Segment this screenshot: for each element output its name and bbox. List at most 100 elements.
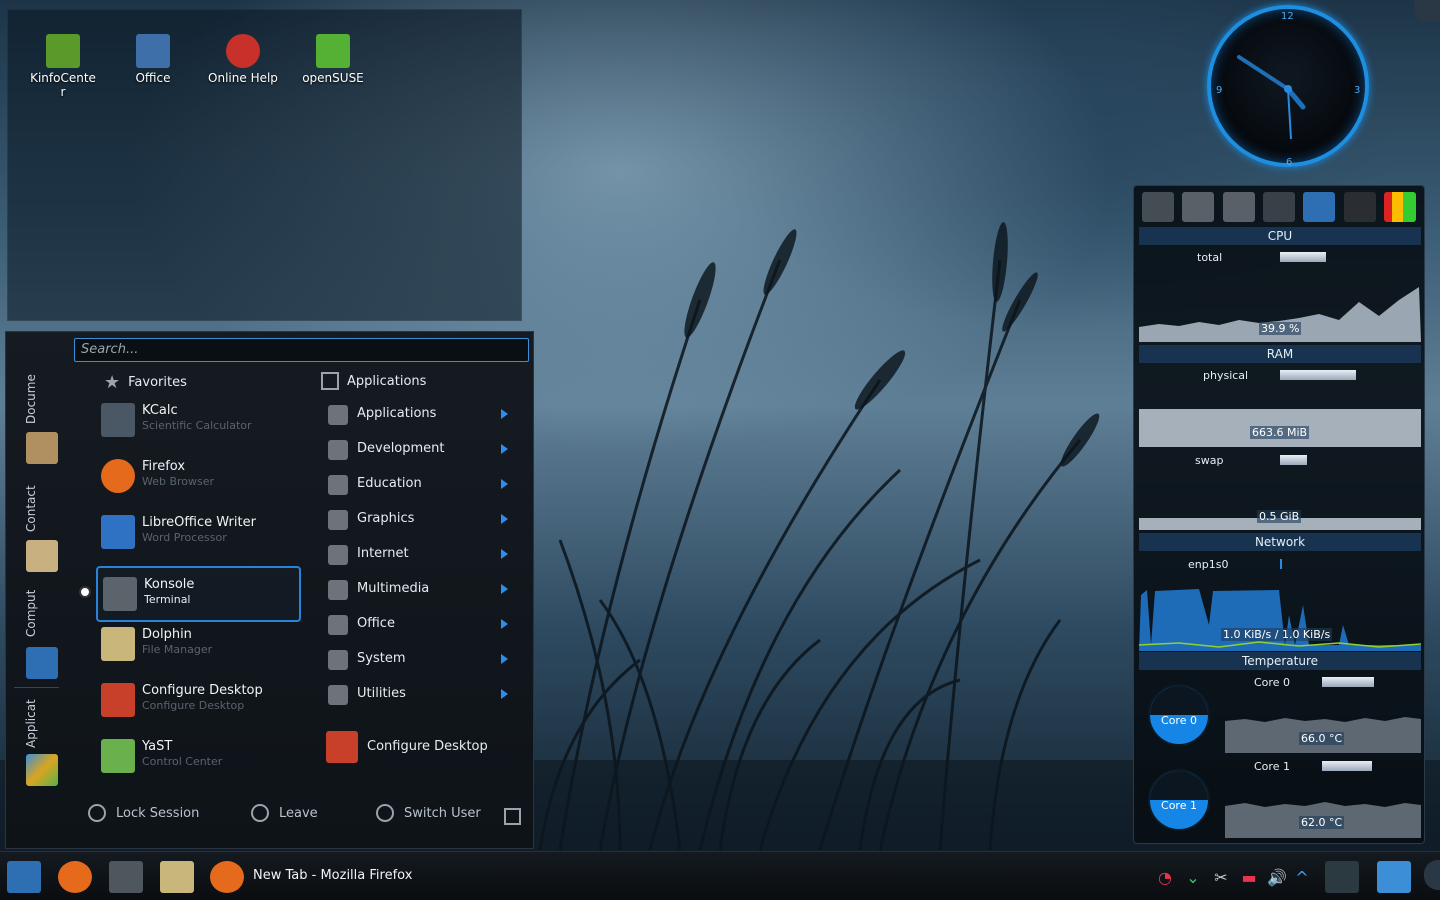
desktop-icon-label: KinfoCenter	[30, 71, 96, 99]
category-education[interactable]: Education	[324, 469, 514, 499]
favorite-konsole[interactable]: Konsole Terminal	[96, 566, 301, 622]
analog-clock[interactable]: 12 3 6 9	[1207, 5, 1369, 168]
network-bar	[1280, 559, 1282, 569]
desktop-icon-online-help[interactable]: Online Help	[208, 34, 278, 85]
category-internet[interactable]: Internet	[324, 539, 514, 569]
help-icon	[226, 34, 260, 68]
core0-value: 66.0 °C	[1299, 732, 1345, 745]
cpu-icon[interactable]	[1343, 192, 1376, 222]
writer-icon	[101, 515, 135, 549]
system-icon	[328, 650, 348, 670]
lock-session-button[interactable]: Lock Session	[88, 804, 199, 822]
device-notifier-icon[interactable]: ▬	[1239, 868, 1259, 888]
firefox-launcher-icon[interactable]	[58, 861, 92, 893]
speedometer-icon[interactable]: ◔	[1155, 868, 1175, 888]
applications-category-icon	[328, 405, 348, 425]
system-monitor-tray-icon[interactable]	[1325, 861, 1359, 893]
education-icon	[328, 475, 348, 495]
category-label: System	[357, 651, 406, 666]
configure-desktop-entry[interactable]: Configure Desktop	[324, 729, 514, 765]
task-window-title[interactable]: New Tab - Mozilla Firefox	[253, 868, 412, 883]
search-input[interactable]: Search...	[74, 338, 529, 362]
core1-label: Core 1	[1254, 760, 1290, 773]
tab-contacts-label: Contact	[24, 485, 38, 532]
ram-swap-label: swap	[1195, 454, 1224, 467]
volume-icon[interactable]: 🔊	[1267, 868, 1287, 888]
memory-icon[interactable]	[1262, 192, 1295, 222]
kinfocenter-icon	[46, 34, 80, 68]
category-label: Development	[357, 441, 445, 456]
favorite-name: Configure Desktop	[142, 683, 263, 698]
favorite-dolphin[interactable]: Dolphin File Manager	[96, 618, 301, 672]
tab-computer[interactable]: Comput	[14, 577, 59, 682]
favorites-header: ★ Favorites	[104, 372, 187, 393]
favorite-libreoffice-writer[interactable]: LibreOffice Writer Word Processor	[96, 506, 301, 560]
konsole-icon	[103, 577, 137, 611]
tab-documents[interactable]: Docume	[14, 362, 59, 472]
network-header: Network	[1139, 533, 1421, 551]
category-applications[interactable]: Applications	[324, 399, 514, 429]
desktop-icon-label: openSUSE	[302, 71, 364, 85]
disk-icon[interactable]	[1222, 192, 1255, 222]
updates-icon[interactable]: ⌄	[1183, 868, 1203, 888]
core0-label: Core 0	[1254, 676, 1290, 689]
core1-gauge-label: Core 1	[1161, 799, 1197, 812]
favorite-desc: Terminal	[144, 593, 191, 606]
applications-header: Applications	[321, 372, 426, 390]
panel-toolbox-icon[interactable]	[1424, 860, 1440, 890]
grid-icon	[321, 372, 339, 390]
arrow-right-icon	[501, 479, 508, 489]
konsole-launcher-icon[interactable]	[109, 861, 143, 893]
favorite-yast[interactable]: YaST Control Center	[96, 730, 301, 784]
desktop-folder-view[interactable]: KinfoCenter Office Online Help openSUSE	[7, 9, 522, 321]
system-monitor-widget[interactable]: CPU total 39.9 % RAM physical 663.6 MiB …	[1133, 185, 1425, 844]
core0-bar	[1322, 677, 1374, 687]
switch-user-icon	[376, 804, 394, 822]
category-development[interactable]: Development	[324, 434, 514, 464]
favorite-configure-desktop[interactable]: Configure Desktop Configure Desktop	[96, 674, 301, 728]
switch-user-button[interactable]: Switch User	[376, 804, 481, 822]
category-system[interactable]: System	[324, 644, 514, 674]
leave-button[interactable]: Leave	[251, 804, 318, 822]
clipboard-icon[interactable]: ✂	[1211, 868, 1231, 888]
application-launcher-menu[interactable]: Docume Contact Comput Applicat Search...…	[5, 331, 534, 849]
category-graphics[interactable]: Graphics	[324, 504, 514, 534]
graphics-icon	[328, 510, 348, 530]
network-iface-label: enp1s0	[1188, 558, 1229, 571]
arrow-right-icon	[501, 619, 508, 629]
signal-bars-icon[interactable]	[1383, 192, 1416, 222]
corner-toolbox-icon[interactable]	[1414, 0, 1440, 22]
desktop-icon-office[interactable]: Office	[118, 34, 188, 85]
configure-icon	[326, 731, 358, 763]
favorite-firefox[interactable]: Firefox Web Browser	[96, 450, 301, 504]
hdd-icon[interactable]	[1142, 192, 1174, 222]
category-label: Utilities	[357, 686, 406, 701]
category-utilities[interactable]: Utilities	[324, 679, 514, 709]
cpu-total-bar	[1280, 252, 1326, 262]
network-icon[interactable]	[1303, 192, 1336, 222]
network-value: 1.0 KiB/s / 1.0 KiB/s	[1221, 628, 1333, 641]
core0-gauge: Core 0	[1148, 684, 1210, 746]
favorite-desc: Web Browser	[142, 475, 215, 488]
dolphin-icon	[101, 627, 135, 661]
favorite-desc: Configure Desktop	[142, 699, 245, 712]
desktop-icon-kinfocenter[interactable]: KinfoCenter	[28, 34, 98, 99]
category-multimedia[interactable]: Multimedia	[324, 574, 514, 604]
firefox-task-icon[interactable]	[210, 861, 244, 893]
favorite-kcalc[interactable]: KCalc Scientific Calculator	[96, 394, 301, 448]
disk-icon[interactable]	[1182, 192, 1215, 222]
desktop-icon-opensuse[interactable]: openSUSE	[298, 34, 368, 85]
star-icon: ★	[104, 372, 121, 393]
chevron-up-icon[interactable]: ^	[1292, 868, 1312, 888]
category-office[interactable]: Office	[324, 609, 514, 639]
category-label: Internet	[357, 546, 409, 561]
category-label: Graphics	[357, 511, 415, 526]
application-launcher-button[interactable]	[7, 861, 41, 893]
pager-icon[interactable]	[1377, 861, 1411, 893]
dolphin-launcher-icon[interactable]	[160, 861, 194, 893]
menu-settings-icon[interactable]	[504, 808, 521, 825]
switch-user-label: Switch User	[404, 805, 481, 821]
tab-applications[interactable]: Applicat	[14, 687, 59, 792]
tab-contacts[interactable]: Contact	[14, 472, 59, 577]
favorite-desc: File Manager	[142, 643, 213, 656]
